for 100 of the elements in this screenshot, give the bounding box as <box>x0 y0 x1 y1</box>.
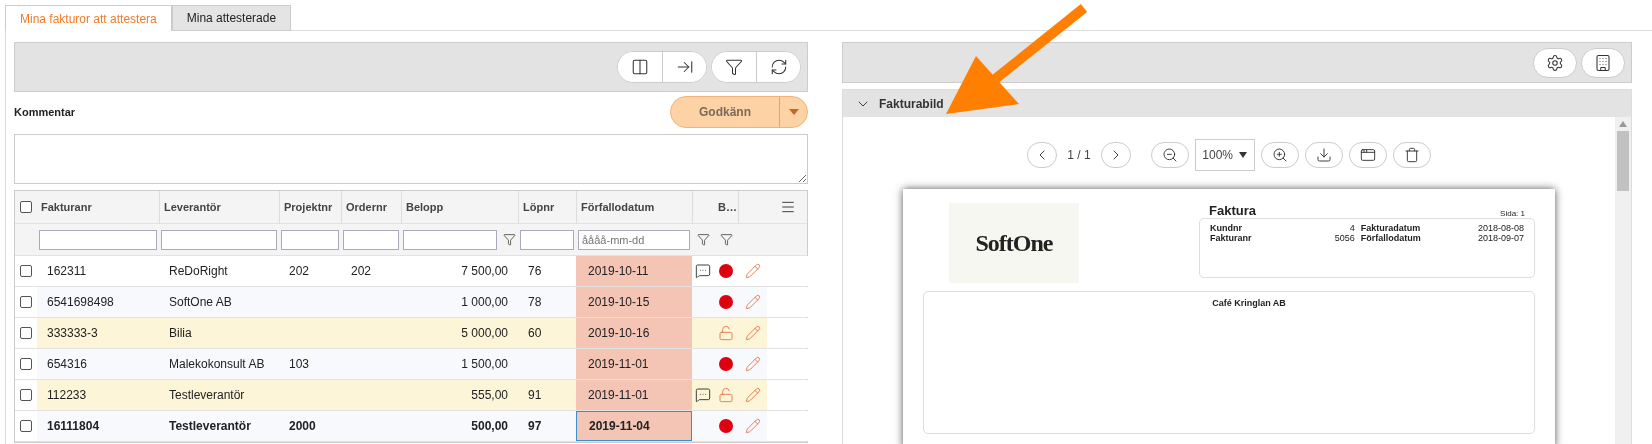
table-cell-text: 1 000,00 <box>460 295 509 309</box>
row-checkbox[interactable] <box>20 358 32 370</box>
expand-button[interactable] <box>662 52 706 82</box>
table-cell-text: 76 <box>527 264 543 278</box>
refresh-button[interactable] <box>756 52 800 82</box>
select-all-checkbox[interactable] <box>20 201 32 213</box>
table-cell-text: 162311 <box>46 264 88 278</box>
menu-icon <box>780 199 796 215</box>
table-cell-text: 202 <box>350 264 373 278</box>
due-date-cell: 2019-10-15 <box>576 287 692 317</box>
download-button[interactable] <box>1304 142 1343 168</box>
table-cell-text: SoftOne AB <box>168 295 233 309</box>
table-cell-text: Malekokonsult AB <box>168 357 266 371</box>
building-icon <box>1594 53 1612 72</box>
table-cell-text: 500,00 <box>470 419 509 433</box>
zoom-in-button[interactable] <box>1260 142 1299 168</box>
table-cell-text: 91 <box>527 388 543 402</box>
field-label: Förfallodatum <box>1360 233 1421 243</box>
column-header[interactable]: Ordernr <box>341 191 401 223</box>
table-cell-text: 112233 <box>46 388 88 402</box>
row-checkbox[interactable] <box>20 420 32 432</box>
table-row[interactable]: 6541698498 SoftOne AB 1 000,00 78 2019-10-15 <box>15 287 807 318</box>
table-cell-text: 1 500,00 <box>460 357 509 371</box>
field-value: 5056 <box>1333 233 1355 243</box>
settings-button[interactable] <box>1533 47 1577 78</box>
table-cell-text: 2000 <box>288 419 317 433</box>
download-icon <box>1315 147 1332 163</box>
filter-field[interactable] <box>39 229 157 250</box>
field-label: Fakturanr <box>1210 233 1252 243</box>
scroll-up-arrow-icon[interactable] <box>1619 121 1627 127</box>
edit-icon <box>744 418 761 434</box>
due-date-cell: 2019-11-01 <box>576 380 692 410</box>
zoom-out-icon <box>1161 147 1178 163</box>
table-row[interactable]: 16111804 Testleverantör 2000 500,00 97 2019-11-04 <box>15 411 807 442</box>
edit-icon <box>744 263 761 279</box>
window-icon <box>1359 147 1376 163</box>
column-header[interactable]: B… <box>714 191 738 223</box>
table-cell-text: 7 500,00 <box>460 264 509 278</box>
column-header[interactable]: Förfallodatum <box>576 191 692 223</box>
table-cell-text: Testleverantör <box>168 388 246 402</box>
column-header[interactable]: Projektnr <box>279 191 341 223</box>
settings-icon <box>1546 53 1564 72</box>
due-date-cell: 2019-10-16 <box>576 318 692 348</box>
building-button[interactable] <box>1581 47 1625 78</box>
table-cell-text: Testleverantör <box>168 419 252 433</box>
tab[interactable]: Mina attesterade <box>171 5 292 31</box>
row-checkbox[interactable] <box>20 389 32 401</box>
filter-icon <box>503 233 516 246</box>
table-row[interactable]: 333333-3 Bilia 5 000,00 60 2019-10-16 <box>15 318 807 349</box>
delete-button[interactable] <box>1392 142 1431 168</box>
filter-field[interactable] <box>403 229 497 250</box>
table-cell-text: 16111804 <box>46 419 101 433</box>
caret-icon <box>788 109 799 115</box>
table-cell-text: ReDoRight <box>168 264 229 278</box>
table-row[interactable]: 162311 ReDoRight 202 202 7 500,00 76 2019-10-11 <box>15 256 807 287</box>
due-date-cell: 2019-11-04 <box>576 411 692 441</box>
table-cell-text: 97 <box>527 419 543 433</box>
zoom-select[interactable]: 100% <box>1194 139 1255 171</box>
table-row[interactable]: 654316 Malekokonsult AB 103 1 500,00 2019-11-01 <box>15 349 807 380</box>
row-checkbox[interactable] <box>20 327 32 339</box>
company-logo: SoftOne <box>949 203 1079 283</box>
field-value: 2018-09-07 <box>1476 233 1524 243</box>
table-cell-text: 202 <box>288 264 311 278</box>
table-cell-text: 333333-3 <box>46 326 99 340</box>
approve-button[interactable]: Godkänn <box>671 97 779 127</box>
scrollbar[interactable] <box>1615 117 1631 444</box>
filter-field[interactable] <box>281 229 339 250</box>
table-cell-text: 78 <box>527 295 543 309</box>
page-indicator: 1 / 1 <box>1066 148 1092 162</box>
page-label: Sida: 1 <box>1500 209 1525 218</box>
edit-icon <box>744 325 761 341</box>
column-header[interactable]: Belopp <box>401 191 518 223</box>
scrollbar-thumb[interactable] <box>1617 131 1629 191</box>
edit-icon <box>744 294 761 310</box>
table-cell-text: 103 <box>288 357 311 371</box>
comment-field[interactable] <box>14 134 808 184</box>
column-header[interactable]: Leverantör <box>159 191 279 223</box>
table-row[interactable]: 112233 Testleverantör 555,00 91 2019-11-01 <box>15 380 807 411</box>
table-cell-text: 5 000,00 <box>460 326 509 340</box>
row-checkbox[interactable] <box>20 265 32 277</box>
zoom-out-button[interactable] <box>1150 142 1189 168</box>
arrow-to-line-icon <box>675 58 694 76</box>
caret-icon <box>1239 152 1247 158</box>
table-cell-text: 555,00 <box>470 388 509 402</box>
section-header[interactable]: Fakturabild <box>843 90 1631 117</box>
table-cell-text: 654316 <box>46 357 89 371</box>
field-label: Fakturadatum <box>1360 223 1421 233</box>
field-value: 4 <box>1348 223 1355 233</box>
due-date-cell: 2019-10-11 <box>576 256 692 286</box>
filter-field[interactable] <box>161 229 277 250</box>
column-header[interactable]: Fakturanr <box>37 191 159 223</box>
filter-field[interactable] <box>520 229 574 250</box>
due-date-cell: 2019-11-01 <box>576 349 692 379</box>
document-title: Faktura <box>1209 203 1256 218</box>
column-header[interactable]: Löpnr <box>518 191 576 223</box>
row-checkbox[interactable] <box>20 296 32 308</box>
table-cell-text: 6541698498 <box>46 295 115 309</box>
filter-field[interactable] <box>343 229 399 250</box>
date-filter-field[interactable]: åååå-mm-dd <box>578 229 690 250</box>
window-button[interactable] <box>1348 142 1387 168</box>
